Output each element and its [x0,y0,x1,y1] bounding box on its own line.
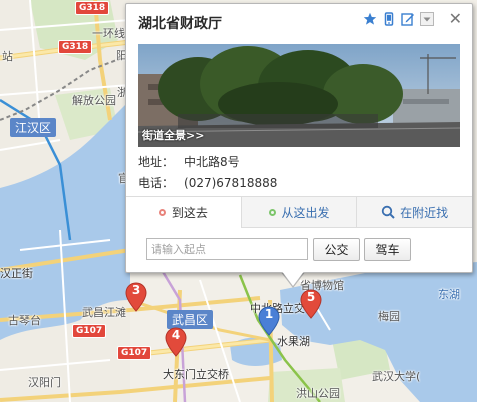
road-shield-g107: G107 [72,324,107,338]
map-marker-4[interactable]: 4 [165,327,187,357]
popup-tail [281,270,305,286]
phone-icon[interactable] [382,12,396,26]
poi-title: 湖北省财政厅 [138,16,222,32]
road-shield-g318: G318 [75,1,110,15]
start-point-input[interactable] [146,238,308,260]
bus-button[interactable]: 公交 [313,238,360,261]
edit-icon[interactable] [400,12,415,26]
place-label: 站 [2,50,13,63]
destination-dot-icon [158,209,166,216]
marker-number: 5 [306,290,316,304]
place-label: 洪山公园 [296,387,340,400]
street-view-thumbnail[interactable]: 街道全景>> [138,44,460,147]
phone-row: 电话： (027)67818888 [138,174,277,191]
tab-label: 到这去 [171,206,208,220]
place-label: 水果湖 [277,335,310,348]
dropdown-icon[interactable] [419,12,434,26]
place-label: 古琴台 [8,314,41,327]
tab-start-here[interactable]: 从这出发 [240,197,357,228]
marker-number: 4 [171,328,181,342]
poi-info-window: 湖北省财政厅 ✕ 街道全景>> 地址： 中北路8号 电话： (027)67818… [125,3,473,273]
address-row: 地址： 中北路8号 [138,153,240,170]
place-label: 大东门立交桥 [163,368,229,381]
place-label: 解放公园 [72,94,116,107]
marker-number: 3 [131,283,141,297]
place-label: 汉正街 [0,267,33,280]
tab-label: 从这出发 [281,205,330,220]
origin-dot-icon [268,208,276,216]
address-value: 中北路8号 [184,155,240,169]
place-label: 东湖 [438,288,460,301]
place-label: 武昌江滩 [82,306,126,319]
star-icon[interactable] [363,12,377,26]
place-label: 武汉大学( [372,370,421,383]
place-label: 一环线 [92,27,125,40]
marker-number: 1 [264,307,274,321]
address-label: 地址： [138,155,175,169]
district-label-jianghan: 江汉区 [10,118,57,137]
search-icon [381,205,395,219]
tab-go-here[interactable]: 到这去 [126,197,241,228]
tab-label: 在附近找 [400,205,449,220]
header-icons: ✕ [363,11,462,27]
phone-label: 电话： [138,176,175,190]
tab-search-nearby[interactable]: 在附近找 [356,197,473,228]
map-marker-5[interactable]: 5 [300,289,322,319]
close-icon[interactable]: ✕ [449,11,462,27]
map-marker-1[interactable]: 1 [258,306,280,336]
map-marker-3[interactable]: 3 [125,282,147,312]
drive-button[interactable]: 驾车 [364,238,411,261]
route-tabs: 到这去 从这出发 在附近找 [126,196,473,228]
street-view-link[interactable]: 街道全景>> [142,127,204,143]
place-label: 梅园 [378,310,400,323]
road-shield-g318: G318 [58,40,93,54]
phone-value: (027)67818888 [184,176,278,190]
road-shield-g107: G107 [117,346,152,360]
place-label: 汉阳门 [28,376,61,389]
